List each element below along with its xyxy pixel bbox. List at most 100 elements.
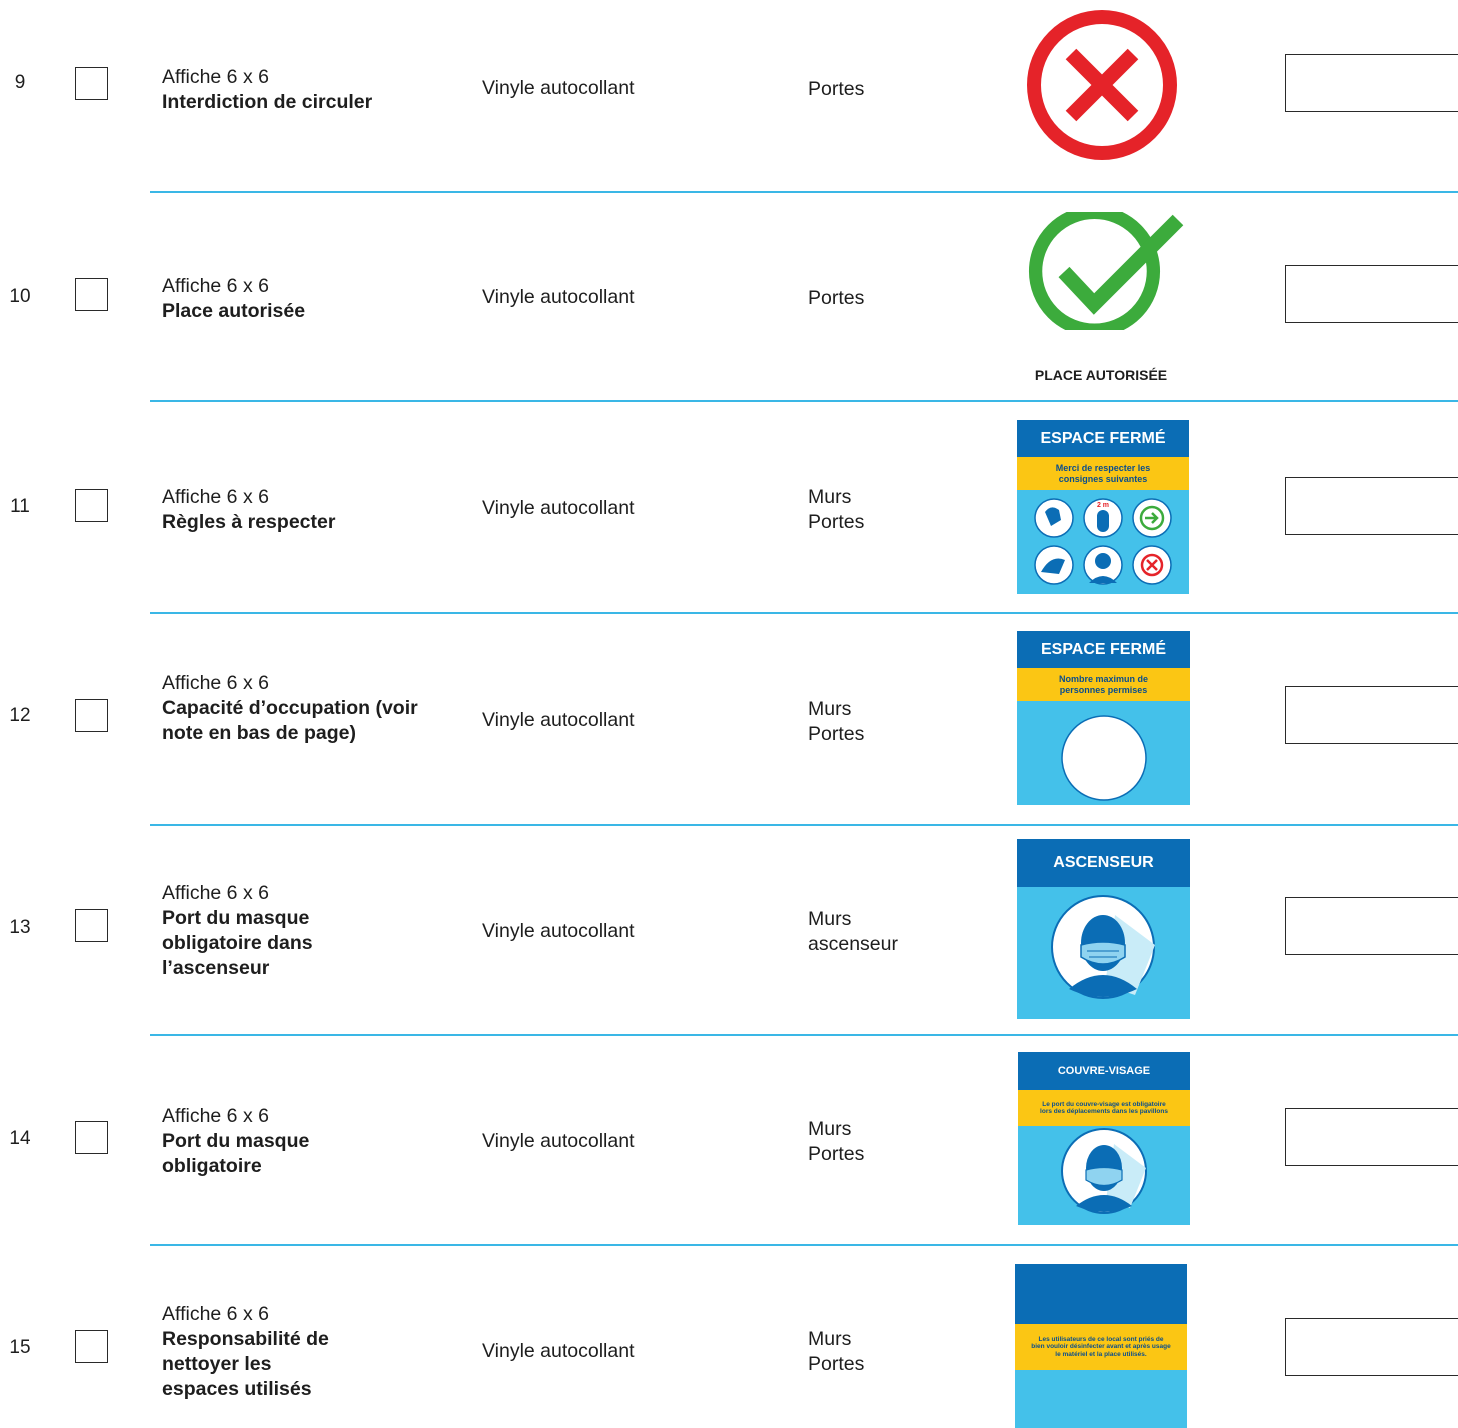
location-label: Portes xyxy=(808,1143,865,1165)
row-number: 10 xyxy=(9,286,31,307)
select-checkbox[interactable] xyxy=(75,1121,108,1154)
row-number: 15 xyxy=(9,1337,31,1358)
item-name: Capacité d’occupation (voir note en bas … xyxy=(162,697,418,744)
masked-face-icon xyxy=(1051,895,1155,999)
location-label: Portes xyxy=(808,723,865,745)
quantity-field[interactable] xyxy=(1285,686,1458,744)
item-name: Interdiction de circuler xyxy=(162,91,373,113)
item-locations: Murs Portes xyxy=(808,1117,864,1167)
item-format: Affiche 6 x 6 xyxy=(162,1105,269,1127)
item-name: Port du masque obligatoire xyxy=(162,1130,310,1177)
item-description: Affiche 6 x 6 Responsabilité de nettoyer… xyxy=(162,1302,422,1402)
rules-icons: 2 m xyxy=(1034,498,1172,585)
location-label: Murs xyxy=(808,908,852,930)
row-number: 13 xyxy=(9,917,31,938)
face-covering-sign: COUVRE-VISAGE Le port du couvre-visage e… xyxy=(1018,1052,1190,1225)
sign-band: Nombre maximun de personnes permises xyxy=(1017,668,1190,701)
item-locations: Murs Portes xyxy=(808,485,864,535)
no-entry-sign-icon xyxy=(1027,10,1177,160)
quantity-field[interactable] xyxy=(1285,477,1458,535)
cleaning-sign: Les utilisateurs de ce local sont priés … xyxy=(1015,1264,1187,1428)
quantity-field[interactable] xyxy=(1285,1318,1458,1376)
item-material: Vinyle autocollant xyxy=(482,920,635,942)
sign-title: ESPACE FERMÉ xyxy=(1017,631,1190,668)
select-checkbox[interactable] xyxy=(75,1330,108,1363)
svg-text:2 m: 2 m xyxy=(1097,502,1109,509)
item-material: Vinyle autocollant xyxy=(482,286,635,308)
sign-band: Merci de respecter les consignes suivant… xyxy=(1017,457,1189,490)
item-name: Place autorisée xyxy=(162,300,306,322)
sign-title: COUVRE-VISAGE xyxy=(1018,1052,1190,1090)
quantity-field[interactable] xyxy=(1285,1108,1458,1166)
item-material: Vinyle autocollant xyxy=(482,497,635,519)
row-number: 11 xyxy=(10,496,30,517)
no-entry-icon xyxy=(1132,545,1172,585)
item-material: Vinyle autocollant xyxy=(482,709,635,731)
item-locations: Portes xyxy=(808,286,864,311)
sign-body xyxy=(1015,1370,1187,1428)
item-name: Règles à respecter xyxy=(162,511,336,533)
location-label: Portes xyxy=(808,511,865,533)
item-description: Affiche 6 x 6 Port du masque obligatoire… xyxy=(162,881,422,981)
row-divider xyxy=(150,612,1458,614)
sign-caption: PLACE AUTORISÉE xyxy=(1034,367,1168,383)
capacity-sign: ESPACE FERMÉ Nombre maximun de personnes… xyxy=(1017,631,1190,805)
row-number: 9 xyxy=(14,72,26,93)
row-divider xyxy=(150,1034,1458,1036)
item-format: Affiche 6 x 6 xyxy=(162,486,269,508)
location-label: Portes xyxy=(808,1353,865,1375)
select-checkbox[interactable] xyxy=(75,67,108,100)
location-label: Murs xyxy=(808,486,852,508)
sign-title: ESPACE FERMÉ xyxy=(1017,420,1189,457)
location-label: Murs xyxy=(808,698,852,720)
row-divider xyxy=(150,1244,1458,1246)
row-divider xyxy=(150,191,1458,193)
item-format: Affiche 6 x 6 xyxy=(162,275,269,297)
item-material: Vinyle autocollant xyxy=(482,1340,635,1362)
sign-header xyxy=(1015,1264,1187,1324)
quantity-field[interactable] xyxy=(1285,265,1458,323)
sign-title: ASCENSEUR xyxy=(1017,839,1190,887)
capacity-circle-icon xyxy=(1061,715,1147,801)
row-divider xyxy=(150,824,1458,826)
sign-band: Le port du couvre-visage est obligatoire… xyxy=(1018,1090,1190,1126)
mask-icon xyxy=(1083,545,1123,585)
select-checkbox[interactable] xyxy=(75,909,108,942)
location-label: ascenseur xyxy=(808,933,898,955)
select-checkbox[interactable] xyxy=(75,278,108,311)
row-number: 14 xyxy=(9,1128,31,1149)
location-label: Portes xyxy=(808,78,865,100)
item-locations: Murs Portes xyxy=(808,697,864,747)
select-checkbox[interactable] xyxy=(75,489,108,522)
rules-sign: ESPACE FERMÉ Merci de respecter les cons… xyxy=(1017,420,1189,594)
select-checkbox[interactable] xyxy=(75,699,108,732)
location-label: Murs xyxy=(808,1118,852,1140)
quantity-field[interactable] xyxy=(1285,54,1458,112)
quantity-field[interactable] xyxy=(1285,897,1458,955)
item-format: Affiche 6 x 6 xyxy=(162,672,269,694)
location-label: Murs xyxy=(808,1328,852,1350)
item-name: Responsabilité de nettoyer les espaces u… xyxy=(162,1328,329,1400)
row-number: 12 xyxy=(9,705,31,726)
item-description: Affiche 6 x 6 Capacité d’occupation (voi… xyxy=(162,671,422,746)
item-material: Vinyle autocollant xyxy=(482,77,635,99)
elevator-sign: ASCENSEUR xyxy=(1017,839,1190,1019)
sign-band: Les utilisateurs de ce local sont priés … xyxy=(1015,1324,1187,1370)
item-locations: Portes xyxy=(808,77,864,102)
item-description: Affiche 6 x 6 Place autorisée xyxy=(162,274,422,324)
distance-icon: 2 m xyxy=(1083,498,1123,538)
checkmark-sign-icon xyxy=(1028,212,1184,330)
item-format: Affiche 6 x 6 xyxy=(162,1303,269,1325)
row-divider xyxy=(150,400,1458,402)
item-format: Affiche 6 x 6 xyxy=(162,882,269,904)
item-name: Port du masque obligatoire dans l’ascens… xyxy=(162,907,313,979)
item-material: Vinyle autocollant xyxy=(482,1130,635,1152)
masked-face-icon xyxy=(1061,1128,1147,1214)
item-description: Affiche 6 x 6 Interdiction de circuler xyxy=(162,65,422,115)
item-description: Affiche 6 x 6 Règles à respecter xyxy=(162,485,422,535)
item-locations: Murs ascenseur xyxy=(808,907,898,957)
hand-wash-icon xyxy=(1034,498,1074,538)
direction-arrow-icon xyxy=(1132,498,1172,538)
item-locations: Murs Portes xyxy=(808,1327,864,1377)
item-format: Affiche 6 x 6 xyxy=(162,66,269,88)
